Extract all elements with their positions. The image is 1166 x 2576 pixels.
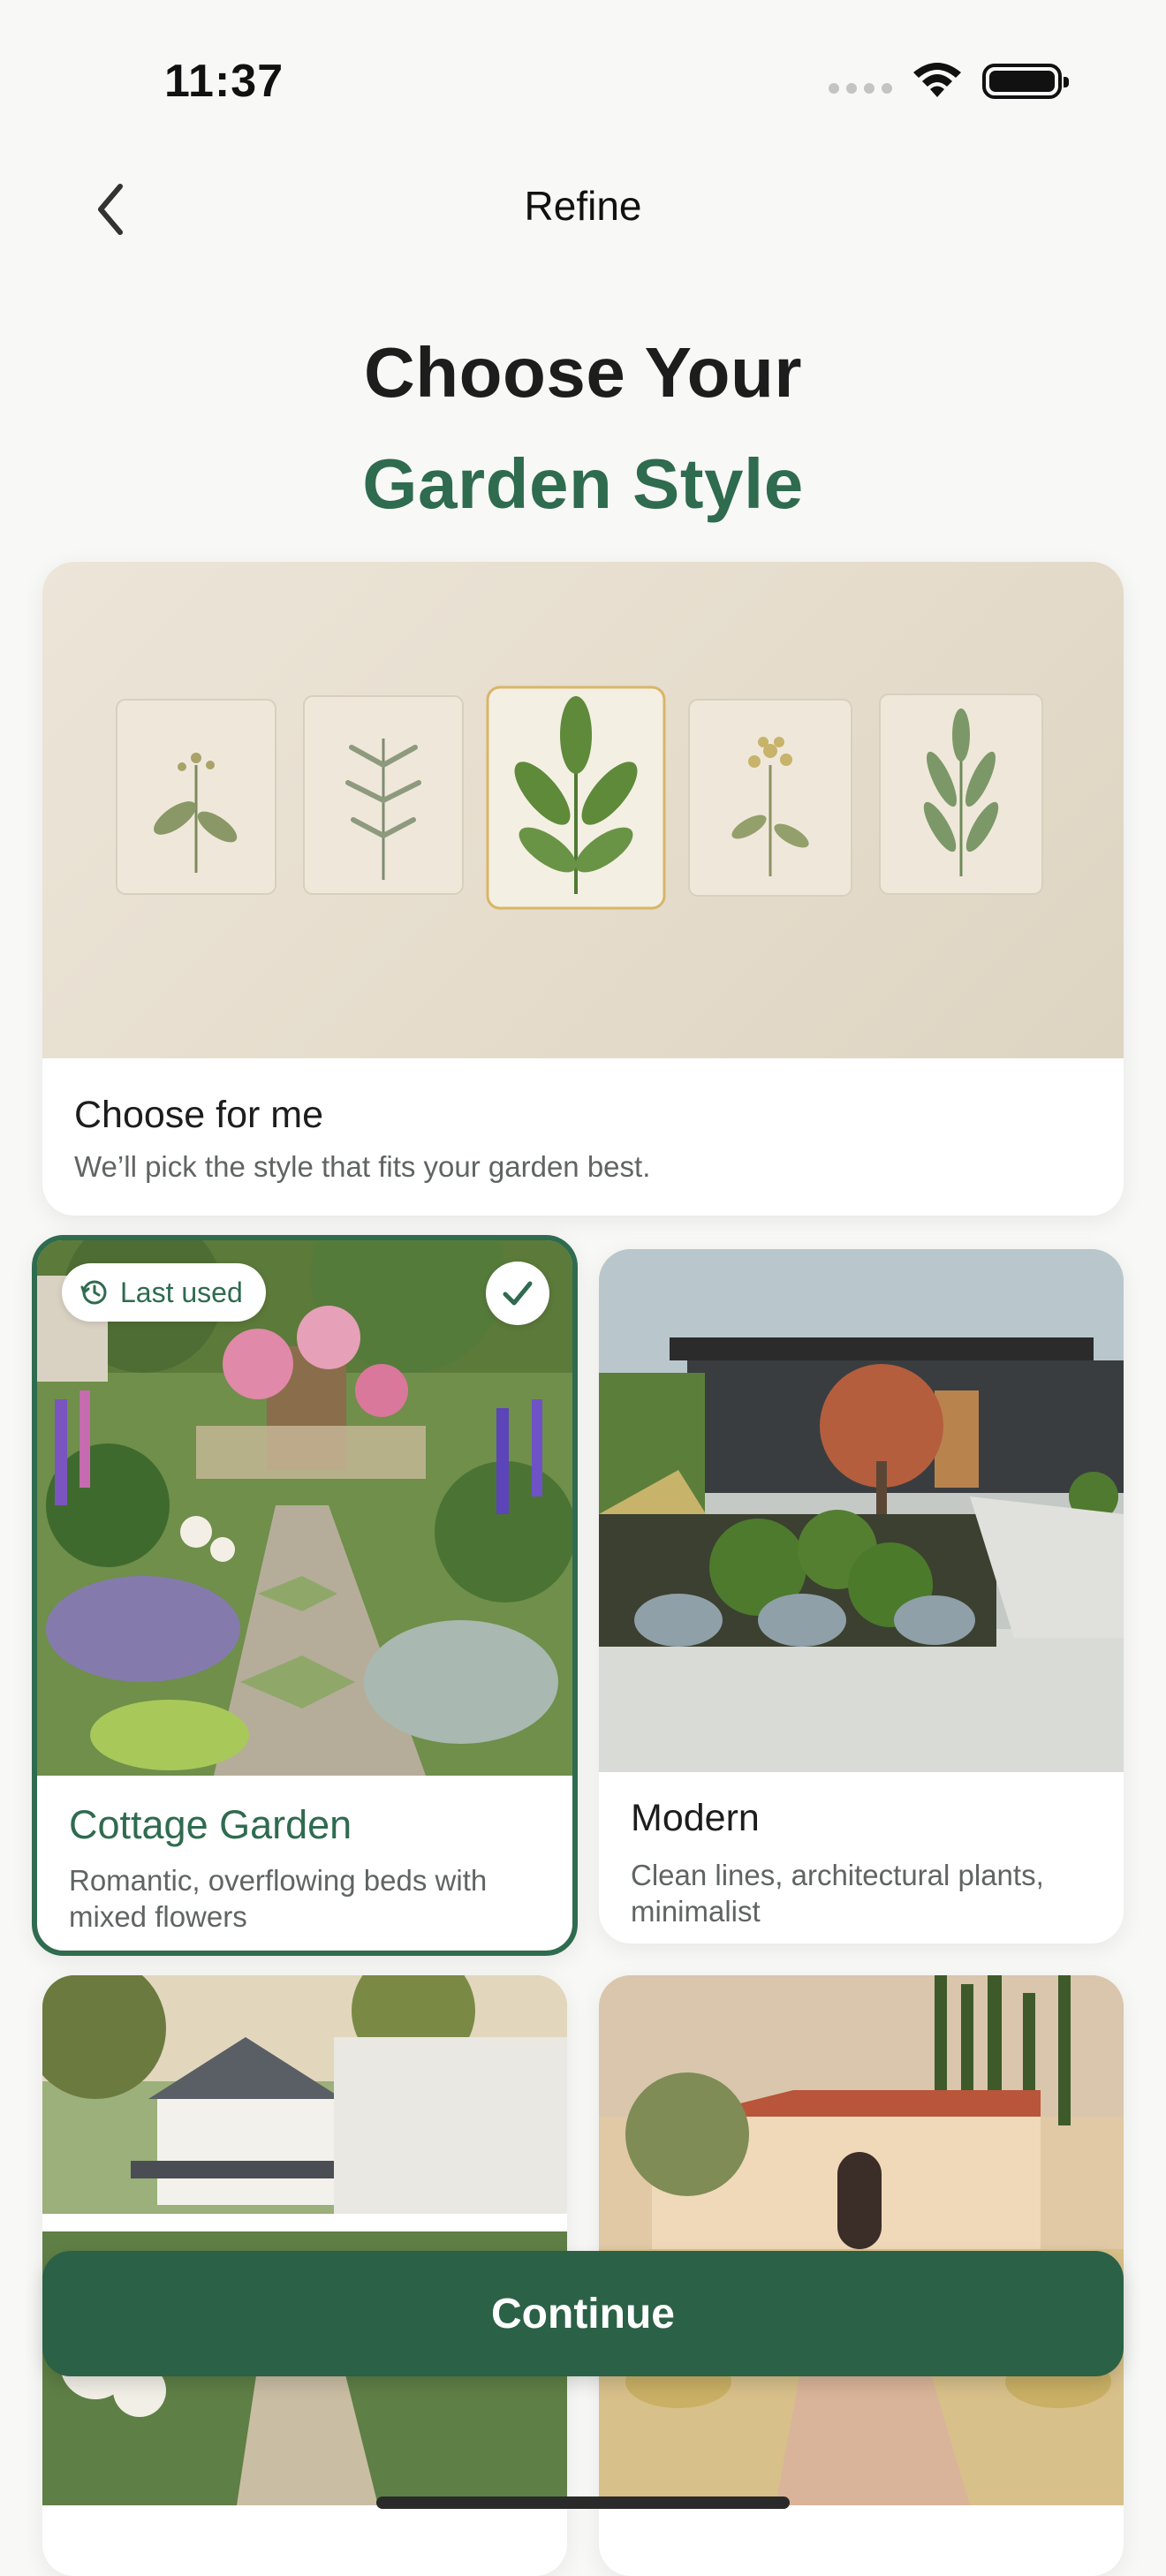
modern-description: Clean lines, architectural plants, minim… (631, 1859, 1044, 1928)
nav-title: Refine (524, 183, 642, 229)
status-time: 11:37 (164, 56, 284, 107)
status-icons (829, 62, 1069, 101)
status-bar: 11:37 (0, 0, 1166, 168)
cottage-garden-description: Romantic, overflowing beds with mixed fl… (69, 1864, 488, 1933)
battery-icon (982, 64, 1069, 99)
pressed-herbs-image (42, 562, 1124, 1058)
choose-for-me-card[interactable]: Choose for me We’ll pick the style that … (42, 562, 1124, 1216)
cottage-garden-card[interactable]: Last used Cottage Garden Romantic, overf… (32, 1235, 578, 1956)
home-indicator (376, 2496, 790, 2509)
last-used-label: Last used (120, 1276, 243, 1308)
cottage-garden-label: Cottage Garden (69, 1802, 352, 1847)
history-icon (80, 1280, 107, 1305)
modern-card[interactable]: Modern Clean lines, architectural plants… (599, 1249, 1124, 1943)
modern-garden-image (599, 1249, 1124, 1772)
continue-button[interactable]: Continue (42, 2251, 1124, 2376)
last-used-badge: Last used (62, 1263, 266, 1322)
mediterranean-garden-image (599, 1975, 1124, 2505)
navigation-bar: Refine (0, 168, 1166, 247)
checkmark-icon (503, 1281, 533, 1306)
choose-for-me-label: Choose for me (74, 1094, 324, 1136)
page-title-line-2: Garden Style (362, 444, 804, 523)
cellular-signal-icon (829, 83, 892, 94)
modern-label: Modern (631, 1797, 760, 1839)
selected-check-badge (486, 1261, 549, 1325)
continue-label: Continue (491, 2290, 675, 2337)
wifi-icon (913, 63, 961, 97)
page-title-line-1: Choose Your (364, 333, 802, 412)
choose-for-me-description: We’ll pick the style that fits your gard… (74, 1150, 651, 1183)
farmhouse-garden-image (42, 1975, 567, 2505)
